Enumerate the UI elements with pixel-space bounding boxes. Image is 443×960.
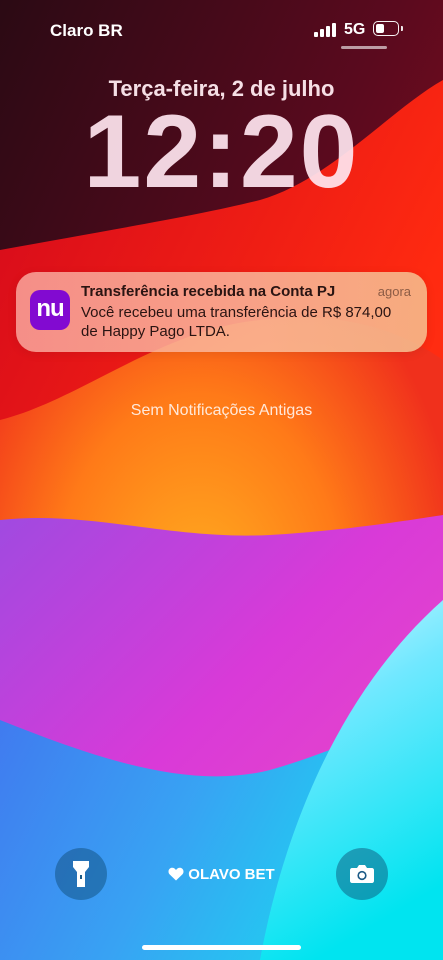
app-icon-text: nu	[36, 294, 64, 322]
network-type: 5G	[344, 21, 366, 38]
control-center-indicator[interactable]	[341, 46, 387, 49]
camera-icon	[350, 865, 374, 883]
notification-body: Você recebeu uma transferência de R$ 874…	[81, 304, 392, 340]
lock-clock[interactable]: 12:20	[0, 97, 443, 207]
notification-time: agora	[377, 284, 411, 299]
camera-button[interactable]	[336, 848, 388, 900]
heart-icon	[168, 867, 184, 881]
battery-icon	[373, 21, 403, 36]
notification-card[interactable]: nu Transferência recebida na Conta PJ ag…	[16, 272, 427, 352]
nubank-app-icon: nu	[30, 290, 70, 330]
carrier-name: Claro BR	[50, 21, 123, 40]
notification-title: Transferência recebida na Conta PJ	[81, 283, 336, 300]
battery-level	[376, 24, 385, 33]
status-bar: Claro BR 5G	[0, 0, 443, 60]
now-playing-label: OLAVO BET	[188, 866, 275, 883]
signal-icon	[314, 23, 338, 37]
home-indicator[interactable]	[142, 945, 301, 950]
no-older-notifications: Sem Notificações Antigas	[130, 402, 313, 419]
